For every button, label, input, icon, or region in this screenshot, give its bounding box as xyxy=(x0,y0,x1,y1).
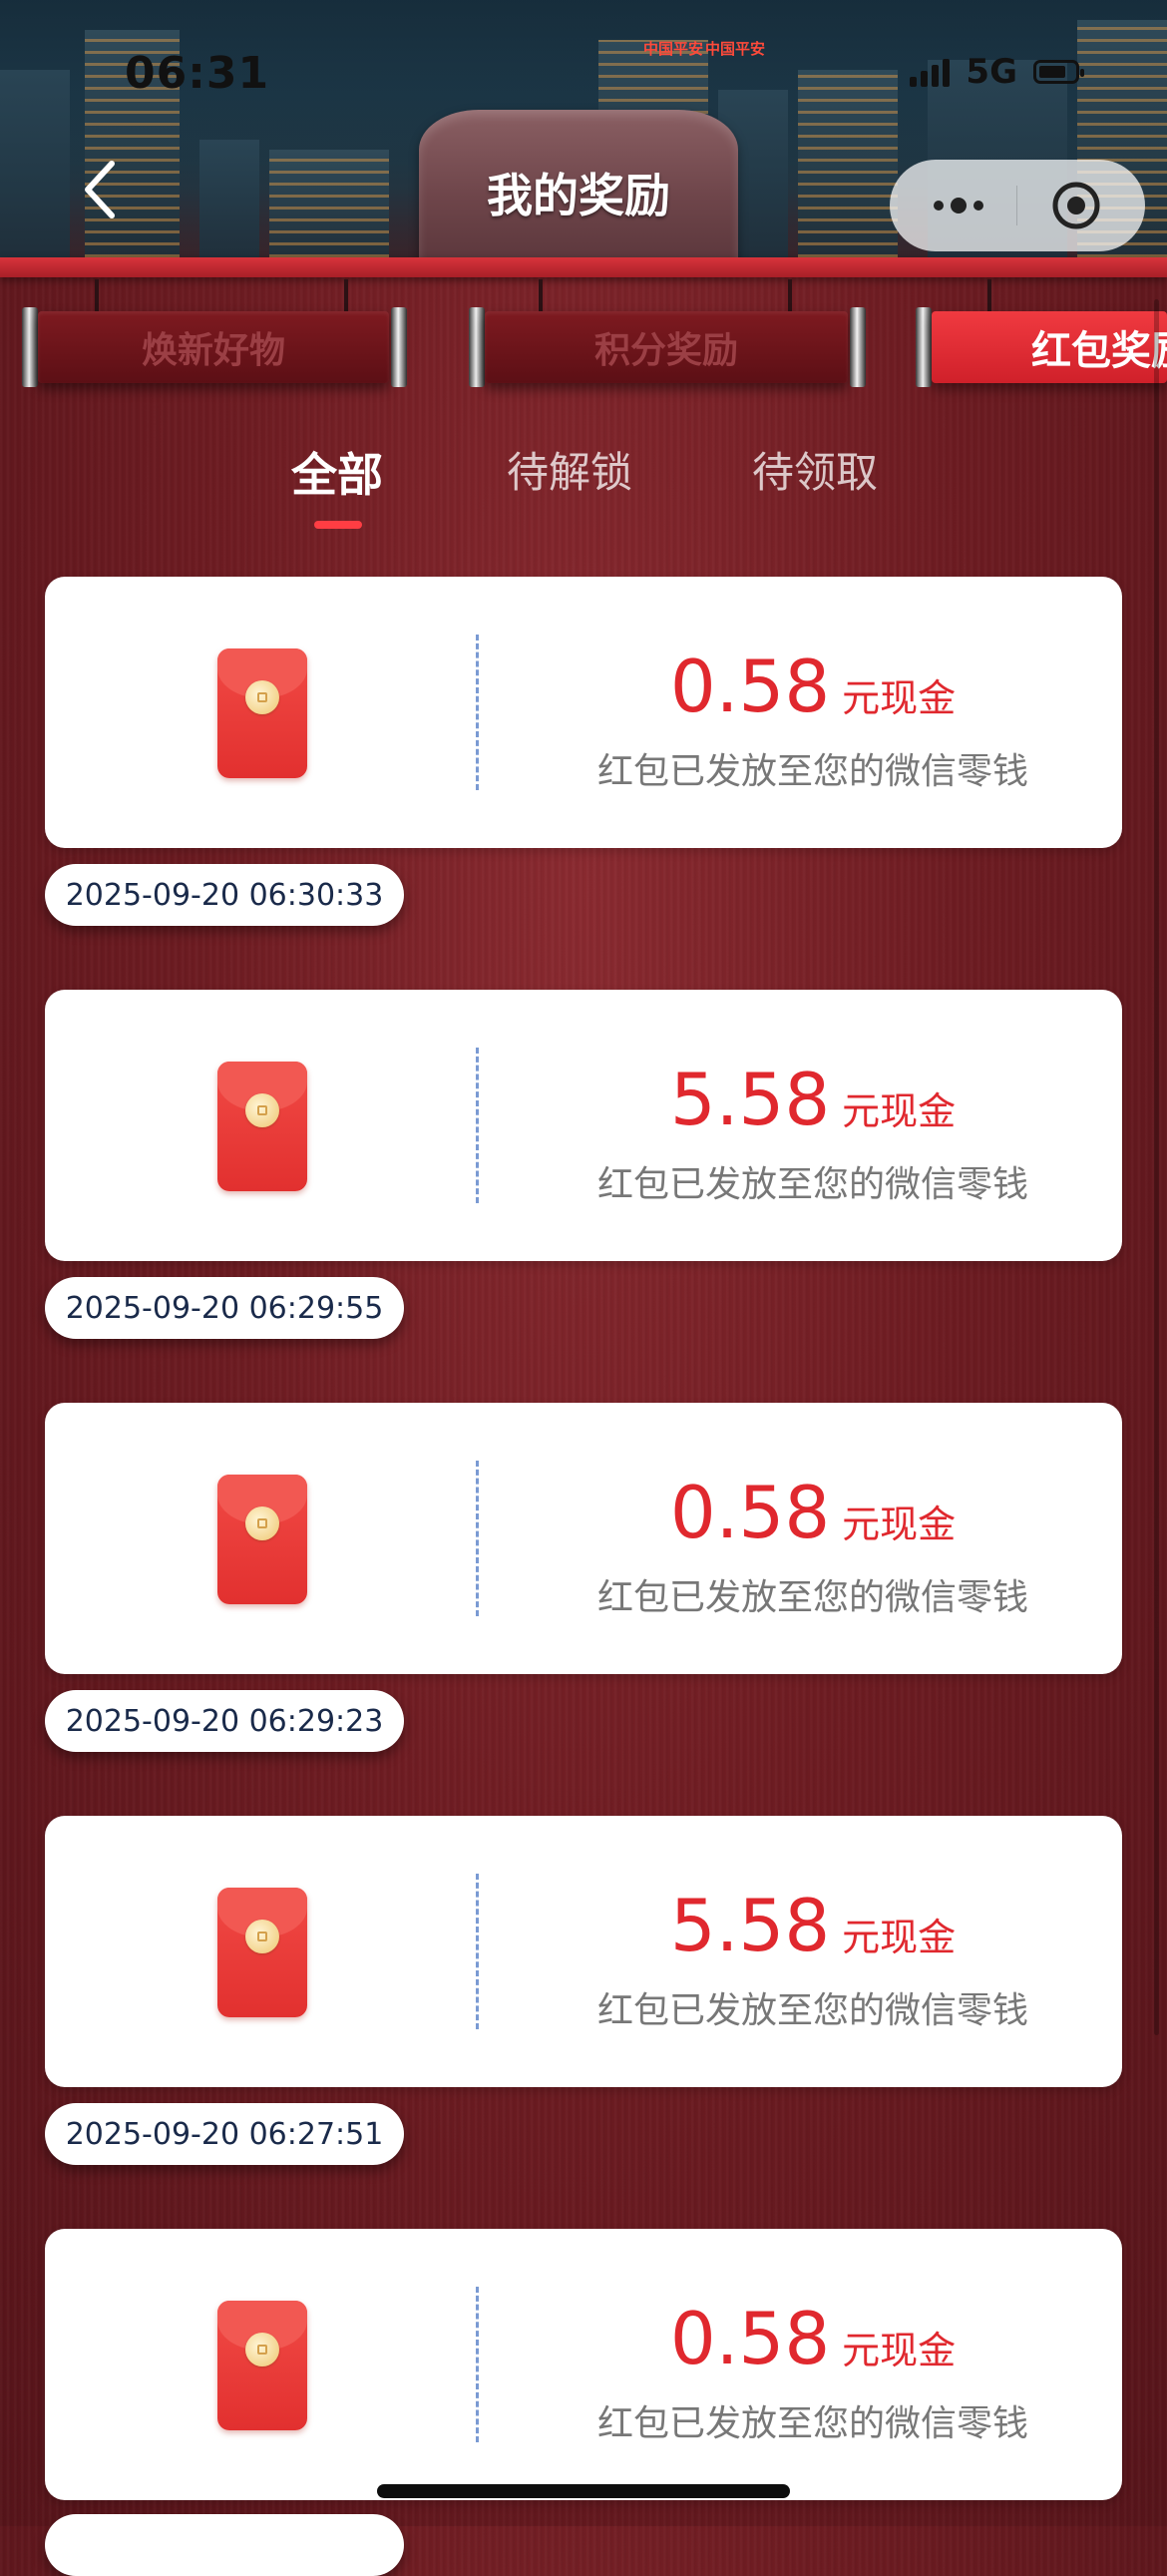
network-type: 5G xyxy=(966,52,1017,92)
reward-amount-line: 0.58 元现金 xyxy=(544,1471,1082,1554)
reward-card[interactable]: 0.58 元现金 红包已发放至您的微信零钱 xyxy=(45,2229,1122,2500)
reward-description: 红包已发放至您的微信零钱 xyxy=(596,1990,1028,2031)
miniprogram-capsule xyxy=(890,160,1145,251)
reward-amount: 0.58 xyxy=(669,1471,831,1554)
reward-amount: 5.58 xyxy=(669,1884,831,1967)
more-button[interactable] xyxy=(919,176,998,235)
dashed-divider xyxy=(476,1874,479,2029)
dashed-divider xyxy=(476,1048,479,1203)
reward-amount: 0.58 xyxy=(669,644,831,728)
dashed-divider xyxy=(476,635,479,790)
reward-description: 红包已发放至您的微信零钱 xyxy=(596,1577,1028,1618)
sign-end-cap xyxy=(850,307,866,387)
building-sign-logo: 中国平安 xyxy=(705,40,766,58)
subtab-all[interactable]: 全部 xyxy=(291,439,383,505)
close-miniprogram-button[interactable] xyxy=(1036,176,1116,235)
building-sign-logo: 中国平安 xyxy=(643,40,704,58)
red-envelope-icon xyxy=(217,648,307,778)
subtab-locked[interactable]: 待解锁 xyxy=(507,439,632,500)
reward-timestamp: 2025-09-20 06:27:51 xyxy=(45,2103,404,2165)
header-red-band xyxy=(0,257,1167,277)
category-tab-points-reward[interactable]: 积分奖励 xyxy=(485,311,848,383)
skyline-building xyxy=(0,70,70,269)
reward-unit: 元现金 xyxy=(842,1916,957,1959)
back-button[interactable] xyxy=(70,150,130,229)
reward-amount-line: 0.58 元现金 xyxy=(544,644,1082,728)
reward-amount-line: 5.58 元现金 xyxy=(544,1884,1082,1967)
reward-description: 红包已发放至您的微信零钱 xyxy=(596,751,1028,792)
cellular-signal-icon xyxy=(910,57,951,87)
chevron-left-icon xyxy=(85,161,115,218)
capsule-divider xyxy=(1016,186,1018,225)
target-circle-icon xyxy=(1052,182,1100,229)
reward-amount-line: 0.58 元现金 xyxy=(544,2297,1082,2380)
reward-unit: 元现金 xyxy=(842,676,957,720)
sign-end-cap xyxy=(391,307,407,387)
reward-unit: 元现金 xyxy=(842,1503,957,1546)
status-indicators: 5G xyxy=(910,52,1084,92)
sign-end-cap xyxy=(916,307,932,387)
status-time: 06:31 xyxy=(125,48,270,99)
skyline-building xyxy=(199,140,259,269)
reward-amount-line: 5.58 元现金 xyxy=(544,1058,1082,1141)
reward-timestamp: 2025-09-20 06:30:33 xyxy=(45,864,404,926)
skyline-building xyxy=(269,150,389,269)
red-envelope-icon xyxy=(217,1475,307,1604)
scrollbar[interactable] xyxy=(1154,299,1159,2035)
reward-unit: 元现金 xyxy=(842,2329,957,2372)
reward-card[interactable]: 0.58 元现金 红包已发放至您的微信零钱 xyxy=(45,577,1122,848)
battery-icon xyxy=(1033,60,1084,84)
reward-timestamp: 2025-09-20 06:29:23 xyxy=(45,1690,404,1752)
reward-card[interactable]: 5.58 元现金 红包已发放至您的微信零钱 xyxy=(45,990,1122,1261)
red-envelope-icon xyxy=(217,2301,307,2430)
reward-card[interactable]: 0.58 元现金 红包已发放至您的微信零钱 xyxy=(45,1403,1122,1674)
reward-amount: 5.58 xyxy=(669,1058,831,1141)
more-dots-icon xyxy=(934,198,984,214)
home-indicator[interactable] xyxy=(377,2484,790,2498)
category-tab-renew-goods[interactable]: 焕新好物 xyxy=(38,311,389,383)
reward-description: 红包已发放至您的微信零钱 xyxy=(596,2403,1028,2444)
subtab-active-indicator xyxy=(314,521,362,529)
reward-description: 红包已发放至您的微信零钱 xyxy=(596,1164,1028,1205)
reward-timestamp xyxy=(45,2514,404,2576)
reward-unit: 元现金 xyxy=(842,1089,957,1133)
dashed-divider xyxy=(476,2287,479,2442)
skyline-building xyxy=(798,70,898,269)
dashed-divider xyxy=(476,1461,479,1616)
category-tab-red-packet-reward[interactable]: 红包奖励 xyxy=(932,311,1167,383)
subtab-to-claim[interactable]: 待领取 xyxy=(752,439,878,500)
reward-timestamp: 2025-09-20 06:29:55 xyxy=(45,1277,404,1339)
sign-end-cap xyxy=(469,307,485,387)
red-envelope-icon xyxy=(217,1888,307,2017)
reward-card[interactable]: 5.58 元现金 红包已发放至您的微信零钱 xyxy=(45,1816,1122,2087)
page-title: 我的奖励 xyxy=(487,169,670,222)
sign-end-cap xyxy=(22,307,38,387)
red-envelope-icon xyxy=(217,1062,307,1191)
reward-amount: 0.58 xyxy=(669,2297,831,2380)
